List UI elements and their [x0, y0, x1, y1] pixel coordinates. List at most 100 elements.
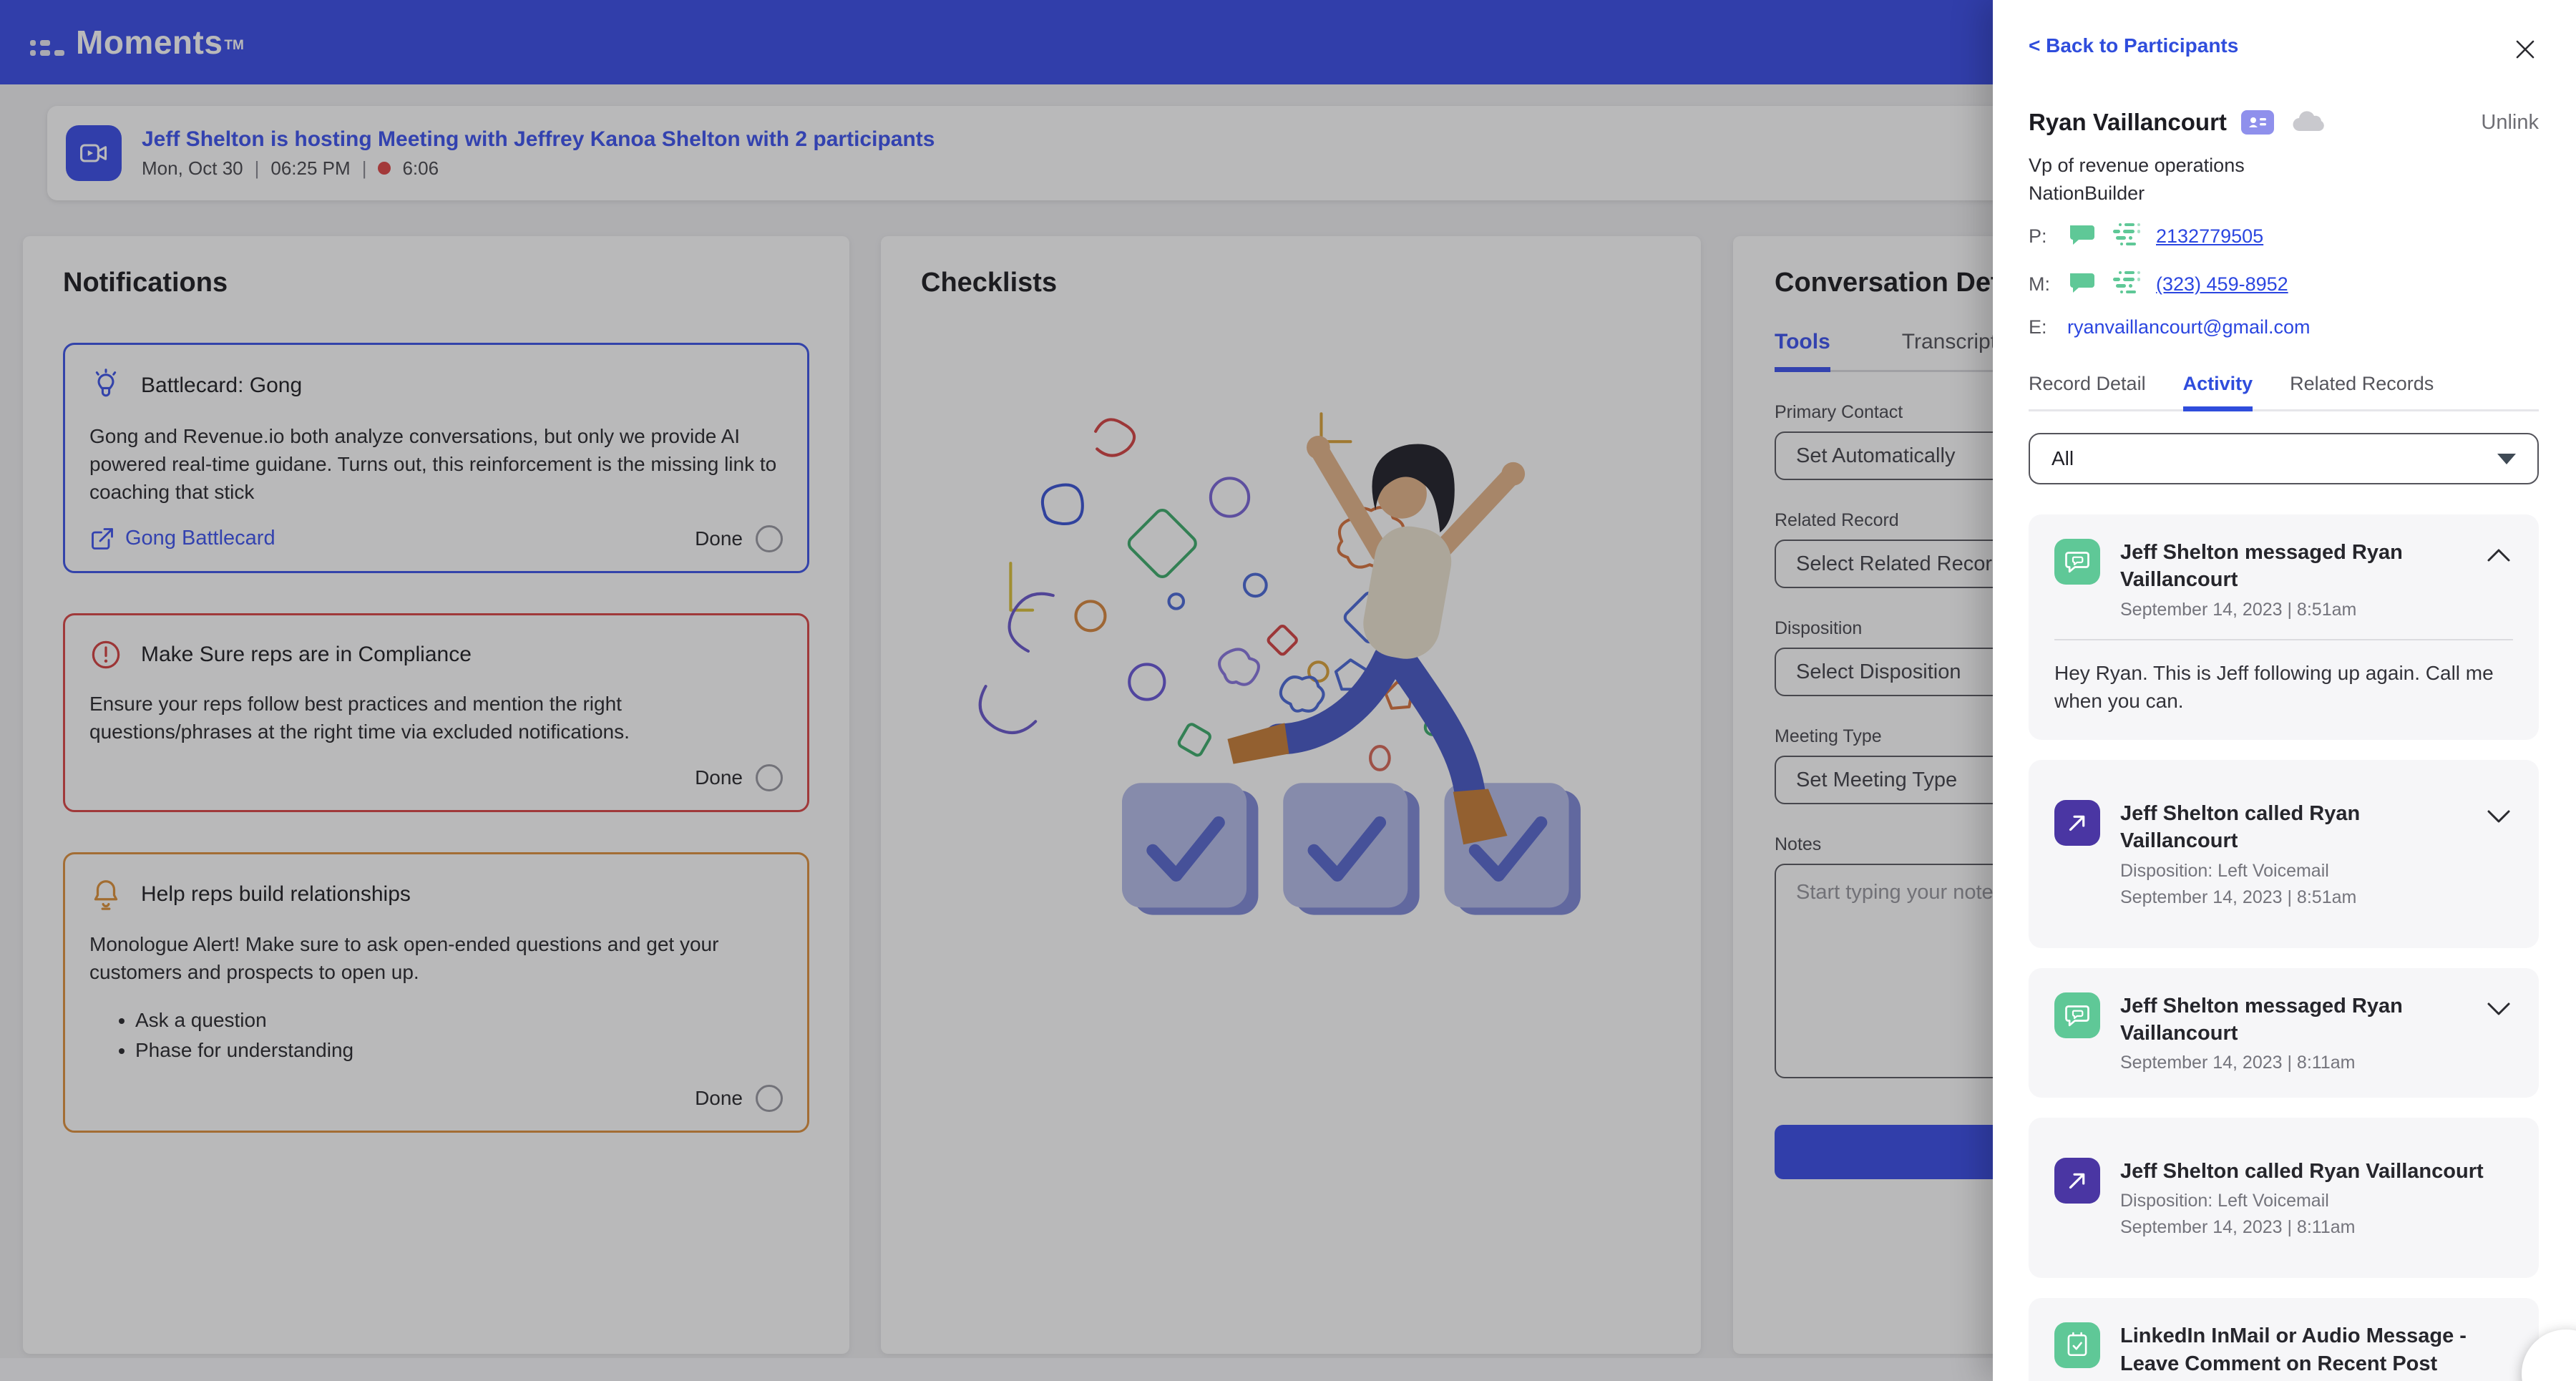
activity-title: Jeff Shelton called Ryan Vaillancourt: [2120, 1160, 2484, 1184]
activity-title: LinkedIn InMail or Audio Message - Leave…: [2120, 1324, 2467, 1375]
done-control: Done: [695, 1084, 783, 1112]
lightbulb-icon: [89, 368, 122, 404]
unlink-button[interactable]: Unlink: [2481, 111, 2539, 135]
done-label: Done: [695, 1086, 743, 1109]
select-value: Set Automatically: [1796, 444, 1956, 467]
recording-dot-icon: [378, 162, 391, 175]
activity-card[interactable]: Jeff Shelton called Ryan Vaillancourt Dis…: [2029, 1118, 2539, 1279]
activity-main: LinkedIn InMail or Audio Message - Leave…: [2120, 1322, 2500, 1381]
done-control: Done: [695, 763, 783, 791]
activity-card[interactable]: LinkedIn InMail or Audio Message - Leave…: [2029, 1298, 2539, 1381]
done-radio[interactable]: [756, 1084, 783, 1112]
battlecard-link-label: Gong Battlecard: [125, 527, 275, 550]
activity-header: Jeff Shelton called Ryan Vaillancourt Dis…: [2054, 800, 2513, 908]
drawer-tabs: Record Detail Activity Related Records: [2029, 373, 2539, 411]
activity-card[interactable]: Jeff Shelton called Ryan Vaillancourt Dis…: [2029, 760, 2539, 948]
done-label: Done: [695, 527, 743, 550]
meeting-meta: Mon, Oct 30 | 06:25 PM | 6:06: [142, 157, 439, 179]
meeting-info: Jeff Shelton is hosting Meeting with Jef…: [142, 127, 935, 180]
meeting-title-link[interactable]: Jeff Shelton is hosting Meeting with Jef…: [142, 127, 935, 152]
activity-list: Jeff Shelton messaged Ryan Vaillancourt S…: [2029, 514, 2539, 1381]
activity-disposition: Disposition: Left Voicemail: [2120, 860, 2329, 881]
sms-icon[interactable]: [2067, 223, 2096, 250]
notification-body: Gong and Revenue.io both analyze convers…: [89, 425, 777, 504]
email-label: E:: [2029, 316, 2047, 338]
notification-card-header: Help reps build relationships: [89, 877, 783, 912]
notification-bullet: Phase for understanding: [135, 1039, 783, 1062]
mobile-label: M:: [2029, 273, 2050, 295]
activity-divider: [2054, 638, 2513, 640]
app-window: Moments TM Jeff Shelton is hosting Meetin…: [0, 0, 2576, 1381]
activity-header: Jeff Shelton messaged Ryan Vaillancourt S…: [2054, 992, 2513, 1074]
contact-card-icon: [2240, 110, 2274, 135]
notifications-heading: Notifications: [63, 268, 228, 298]
notification-footer: Gong Battlecard Done: [89, 507, 783, 552]
app-title: Moments TM: [76, 24, 244, 61]
mobile-number-link[interactable]: (323) 459-8952: [2156, 273, 2288, 296]
tab-related-records[interactable]: Related Records: [2290, 373, 2434, 411]
voicemail-drop-icon[interactable]: [2110, 268, 2142, 301]
done-control: Done: [695, 524, 783, 552]
contact-job-title: Vp of revenue operations: [2029, 155, 2245, 176]
activity-title: Jeff Shelton messaged Ryan Vaillancourt: [2120, 541, 2403, 592]
mobile-row: M: (323) 459-8952: [2029, 268, 2539, 301]
chevron-down-icon[interactable]: [2484, 807, 2513, 826]
chevron-down-icon[interactable]: [2484, 1000, 2513, 1018]
notification-body: Monologue Alert! Make sure to ask open-e…: [89, 932, 719, 984]
crm-cloud-icon: [2290, 109, 2327, 135]
meeting-date: Mon, Oct 30: [142, 157, 243, 179]
activity-filter-select[interactable]: All: [2029, 433, 2539, 484]
back-to-participants-link[interactable]: < Back to Participants: [2029, 34, 2238, 57]
done-radio[interactable]: [756, 524, 783, 552]
horizontal-scroll-track[interactable]: [0, 1358, 1995, 1381]
notification-footer: Done: [89, 746, 783, 791]
phone-number-link[interactable]: 2132779505: [2156, 225, 2263, 248]
notification-card-compliance[interactable]: Make Sure reps are in Compliance Ensure y…: [63, 613, 809, 812]
tab-tools[interactable]: Tools: [1775, 330, 1830, 372]
message-icon: [2054, 992, 2100, 1038]
activity-main: Jeff Shelton messaged Ryan Vaillancourt S…: [2120, 992, 2472, 1074]
phone-row: P: 2132779505: [2029, 220, 2539, 253]
voicemail-drop-icon[interactable]: [2110, 220, 2142, 253]
notification-card-battlecard[interactable]: Battlecard: Gong Gong and Revenue.io both…: [63, 343, 809, 573]
app-logo: Moments TM: [29, 23, 244, 62]
activity-timestamp: September 14, 2023 | 8:11am: [2120, 1053, 2356, 1073]
battlecard-link[interactable]: Gong Battlecard: [89, 526, 275, 552]
done-radio[interactable]: [756, 763, 783, 791]
chevron-up-icon[interactable]: [2484, 546, 2513, 565]
notification-title: Battlecard: Gong: [141, 374, 303, 397]
tab-record-detail[interactable]: Record Detail: [2029, 373, 2146, 411]
activity-timestamp: September 14, 2023 | 8:51am: [2120, 599, 2357, 620]
tab-activity[interactable]: Activity: [2182, 373, 2253, 411]
video-camera-icon: [66, 125, 122, 181]
checklists-heading: Checklists: [921, 268, 1058, 298]
activity-header: Jeff Shelton called Ryan Vaillancourt Dis…: [2054, 1158, 2513, 1238]
task-icon: [2054, 1322, 2100, 1369]
activity-title: Jeff Shelton called Ryan Vaillancourt: [2120, 802, 2361, 853]
activity-header: LinkedIn InMail or Audio Message - Leave…: [2054, 1322, 2513, 1381]
activity-filter-value: All: [2051, 447, 2074, 469]
phone-label: P:: [2029, 225, 2047, 247]
contact-company: NationBuilder: [2029, 182, 2145, 204]
checklists-panel: Checklists: [881, 236, 1701, 1354]
select-value: Set Meeting Type: [1796, 768, 1958, 791]
email-link[interactable]: ryanvaillancourt@gmail.com: [2067, 316, 2311, 338]
contact-name: Ryan Vaillancourt: [2029, 109, 2227, 135]
activity-message-body: Hey Ryan. This is Jeff following up agai…: [2054, 661, 2494, 713]
sms-icon[interactable]: [2067, 270, 2096, 298]
activity-card[interactable]: Jeff Shelton messaged Ryan Vaillancourt S…: [2029, 514, 2539, 741]
notification-card-relationship[interactable]: Help reps build relationships Monologue A…: [63, 851, 809, 1133]
select-value: Select Disposition: [1796, 660, 1961, 683]
bell-icon: [89, 877, 122, 912]
alert-icon: [89, 638, 122, 671]
notification-title: Help reps build relationships: [141, 882, 411, 906]
notification-card-header: Battlecard: Gong: [89, 368, 783, 404]
activity-card[interactable]: Jeff Shelton messaged Ryan Vaillancourt S…: [2029, 967, 2539, 1098]
close-icon[interactable]: [2512, 36, 2539, 63]
activity-main: Jeff Shelton messaged Ryan Vaillancourt S…: [2120, 539, 2472, 620]
activity-disposition: Disposition: Left Voicemail: [2120, 1191, 2329, 1211]
chevron-down-icon: [2497, 453, 2516, 464]
activity-header: Jeff Shelton messaged Ryan Vaillancourt S…: [2054, 539, 2513, 620]
outbound-call-icon: [2054, 1158, 2100, 1204]
tab-transcripts[interactable]: Transcripts: [1902, 330, 2007, 372]
